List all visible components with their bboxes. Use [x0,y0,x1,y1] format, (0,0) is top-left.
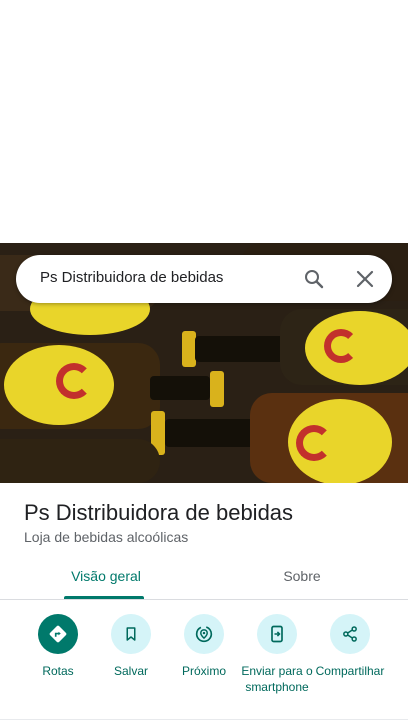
action-label: Enviar para o smartphone [241,664,313,694]
share-button[interactable]: Compartilhar [310,612,390,679]
search-bar[interactable]: Ps Distribuidora de bebidas [16,255,392,303]
directions-button[interactable]: Rotas [18,612,98,679]
nearby-button[interactable]: Próximo [164,612,244,679]
action-label: Compartilhar [315,664,385,678]
bottle-cap [182,331,196,367]
search-query[interactable]: Ps Distribuidora de bebidas [40,269,223,286]
nearby-icon [184,614,224,654]
place-category[interactable]: Loja de bebidas alcoólicas [24,529,188,545]
divider [0,719,408,720]
tab-selected-indicator [64,596,144,599]
action-row: Rotas Salvar Próximo Enviar para o smart… [0,612,408,716]
action-label: Próximo [181,664,226,678]
tab-about[interactable]: Sobre [258,556,346,600]
close-icon[interactable] [353,267,377,291]
send-to-phone-button[interactable]: Enviar para o smartphone [237,612,317,695]
bottle-cap [210,371,224,407]
bookmark-icon [111,614,151,654]
search-icon[interactable] [302,267,326,291]
brand-logo [296,425,332,461]
blank-area [0,0,408,243]
bottle-neck [150,376,210,400]
brand-logo [56,363,92,399]
bottle-shape [0,439,160,483]
tab-overview[interactable]: Visão geral [62,556,150,600]
directions-icon [38,614,78,654]
brand-logo [324,329,358,363]
send-to-phone-icon [257,614,297,654]
share-icon [330,614,370,654]
action-label: Rotas [42,664,74,678]
action-label: Salvar [113,664,148,678]
tab-bar: Visão geral Sobre [0,556,408,600]
save-button[interactable]: Salvar [91,612,171,679]
place-title: Ps Distribuidora de bebidas [24,500,294,525]
